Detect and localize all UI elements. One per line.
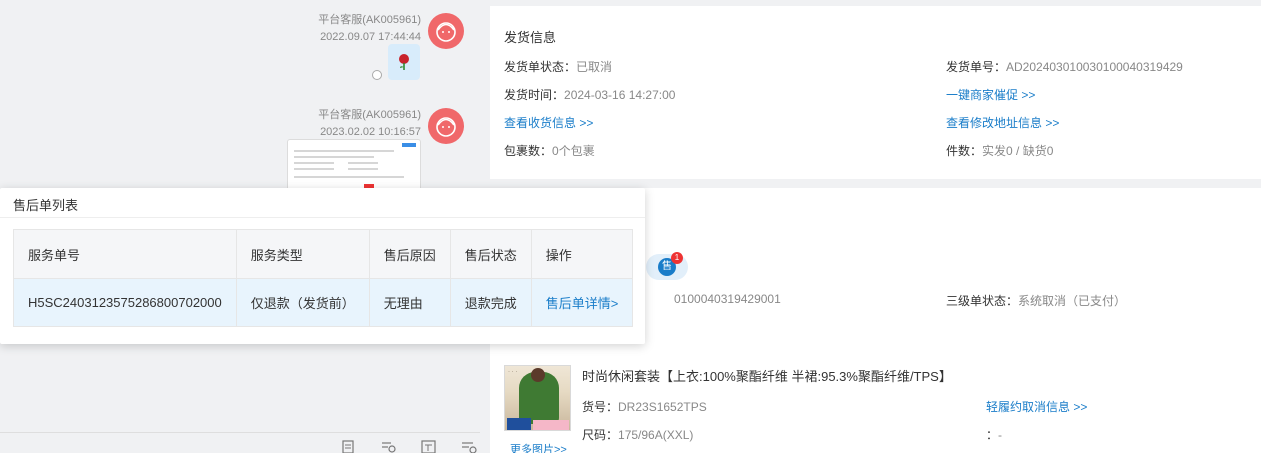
table-row: H5SC240312357528680070​2000 仅退款（发货前） 无理由… — [13, 278, 634, 327]
status-cell: 退款完成 — [449, 278, 532, 327]
shipping-info-panel: 发货信息 发货单状态：已取消 发货单号：AD202403010030100040… — [490, 6, 1261, 179]
fulfillment-cancel-link[interactable]: 轻履约取消信息 >> — [986, 398, 1087, 415]
column-header: 服务类型 — [235, 229, 370, 279]
message-meta: 平台客服(AK005961) 2023.02.02 10:16:57 — [318, 107, 421, 141]
shipping-status: 发货单状态：已取消 — [504, 60, 613, 74]
column-header: 服务单号 — [13, 229, 237, 279]
screenshot-thumbnail-message[interactable] — [287, 139, 421, 191]
rose-sticker-message[interactable] — [388, 44, 420, 80]
read-status-icon — [372, 70, 382, 80]
shipping-number: 发货单号：AD20240301003010004031942​9 — [946, 60, 1183, 74]
pieces-count: 件数：实发0 / 缺货0 — [946, 144, 1054, 158]
column-header: 售后原因 — [368, 229, 451, 279]
more-images-link[interactable]: 更多图片>> — [510, 441, 567, 453]
order-icon[interactable] — [341, 440, 357, 453]
agent-avatar-icon[interactable] — [428, 108, 464, 144]
service-type-cell: 仅退款（发货前） — [235, 278, 370, 327]
shipping-time: 发货时间：2024-03-16 14:27:00 — [504, 88, 676, 102]
search-record-icon[interactable] — [381, 440, 397, 453]
product-sku: 货号：DR23S1652TPS — [582, 400, 707, 414]
column-header: 操作 — [530, 229, 634, 279]
table-header-row: 服务单号 服务类型 售后原因 售后状态 操作 — [13, 229, 634, 279]
after-sale-list-popup: 售后单列表 服务单号 服务类型 售后原因 售后状态 操作 H5SC2403123… — [0, 188, 645, 344]
view-address-change-link[interactable]: 查看修改地址信息 >> — [946, 114, 1059, 131]
product-image[interactable]: · · · — [504, 365, 571, 431]
after-sale-table: 服务单号 服务类型 售后原因 售后状态 操作 H5SC2403123575286… — [13, 229, 634, 327]
quick-reply-icon[interactable] — [461, 440, 477, 453]
message-sender: 平台客服(AK005961) — [318, 14, 421, 26]
package-count: 包裹数：0个包裹 — [504, 144, 595, 158]
column-header: 售后状态 — [449, 229, 532, 279]
extra-field: ：- — [986, 428, 1003, 442]
urge-merchant-link[interactable]: 一键商家催促 >> — [946, 86, 1035, 103]
view-receiver-link[interactable]: 查看收货信息 >> — [504, 114, 593, 131]
template-icon[interactable] — [421, 440, 437, 453]
shipping-title: 发货信息 — [504, 30, 557, 45]
order-number-partial: 0100040319429001 — [674, 292, 781, 306]
after-sale-detail-link[interactable]: 售后单详情> — [530, 278, 634, 327]
service-number-cell: H5SC240312357528680070​2000 — [13, 278, 237, 327]
product-size: 尺码：175/96A(XXL) — [582, 428, 694, 442]
message-sender: 平台客服(AK005961) — [318, 109, 421, 121]
reason-cell: 无理由 — [368, 278, 451, 327]
popup-title: 售后单列表 — [13, 198, 79, 213]
after-sale-count-badge: 1 — [671, 252, 683, 264]
message-meta: 平台客服(AK005961) 2022.09.07 17:44:44 — [318, 12, 421, 46]
rose-icon — [399, 54, 409, 70]
product-name: 时尚休闲套装【上衣:100%聚酯纤维 半裙:95.3%聚酯纤维/TPS】 — [582, 369, 952, 384]
agent-avatar-icon[interactable] — [428, 13, 464, 49]
level3-status: 三级单状态：系统取消（已支付） — [946, 294, 1127, 308]
chat-toolbar — [0, 432, 480, 453]
